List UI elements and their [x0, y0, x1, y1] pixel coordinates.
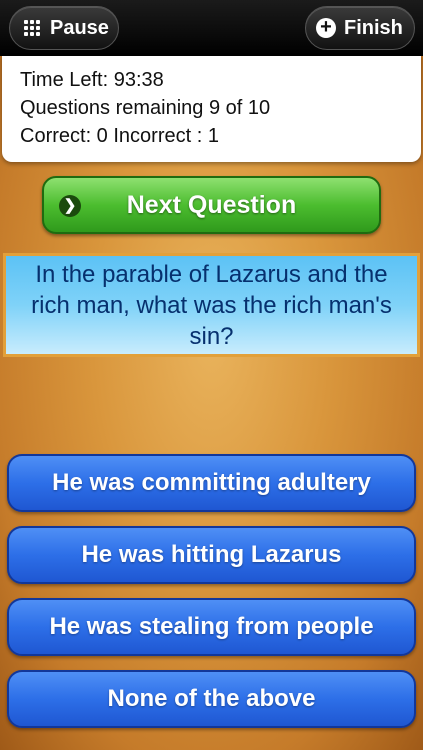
finish-button[interactable]: + Finish [305, 6, 415, 50]
finish-label: Finish [344, 16, 403, 39]
top-toolbar: Pause + Finish [0, 0, 423, 56]
grid-icon [24, 20, 40, 36]
next-question-button[interactable]: ❯ Next Question [42, 176, 381, 234]
status-panel: Time Left: 93:38 Questions remaining 9 o… [2, 56, 421, 162]
answer-button-3[interactable]: He was stealing from people [7, 598, 416, 656]
pause-label: Pause [50, 16, 109, 39]
questions-remaining-text: Questions remaining 9 of 10 [20, 97, 271, 119]
next-question-label: Next Question [126, 190, 297, 219]
answer-label: He was stealing from people [49, 613, 374, 640]
answer-button-2[interactable]: He was hitting Lazarus [7, 526, 416, 584]
answer-label: He was committing adultery [52, 469, 371, 496]
score-text: Correct: 0 Incorrect : 1 [20, 125, 219, 147]
answer-label: He was hitting Lazarus [81, 541, 342, 568]
pause-button[interactable]: Pause [9, 6, 119, 50]
chevron-right-icon: ❯ [59, 195, 81, 217]
question-box: In the parable of Lazarus and the rich m… [3, 253, 420, 357]
plus-icon: + [316, 17, 336, 38]
answer-button-4[interactable]: None of the above [7, 670, 416, 728]
answer-label: None of the above [107, 685, 316, 712]
time-left-text: Time Left: 93:38 [20, 69, 164, 91]
question-text: In the parable of Lazarus and the rich m… [31, 260, 392, 350]
answer-button-1[interactable]: He was committing adultery [7, 454, 416, 512]
